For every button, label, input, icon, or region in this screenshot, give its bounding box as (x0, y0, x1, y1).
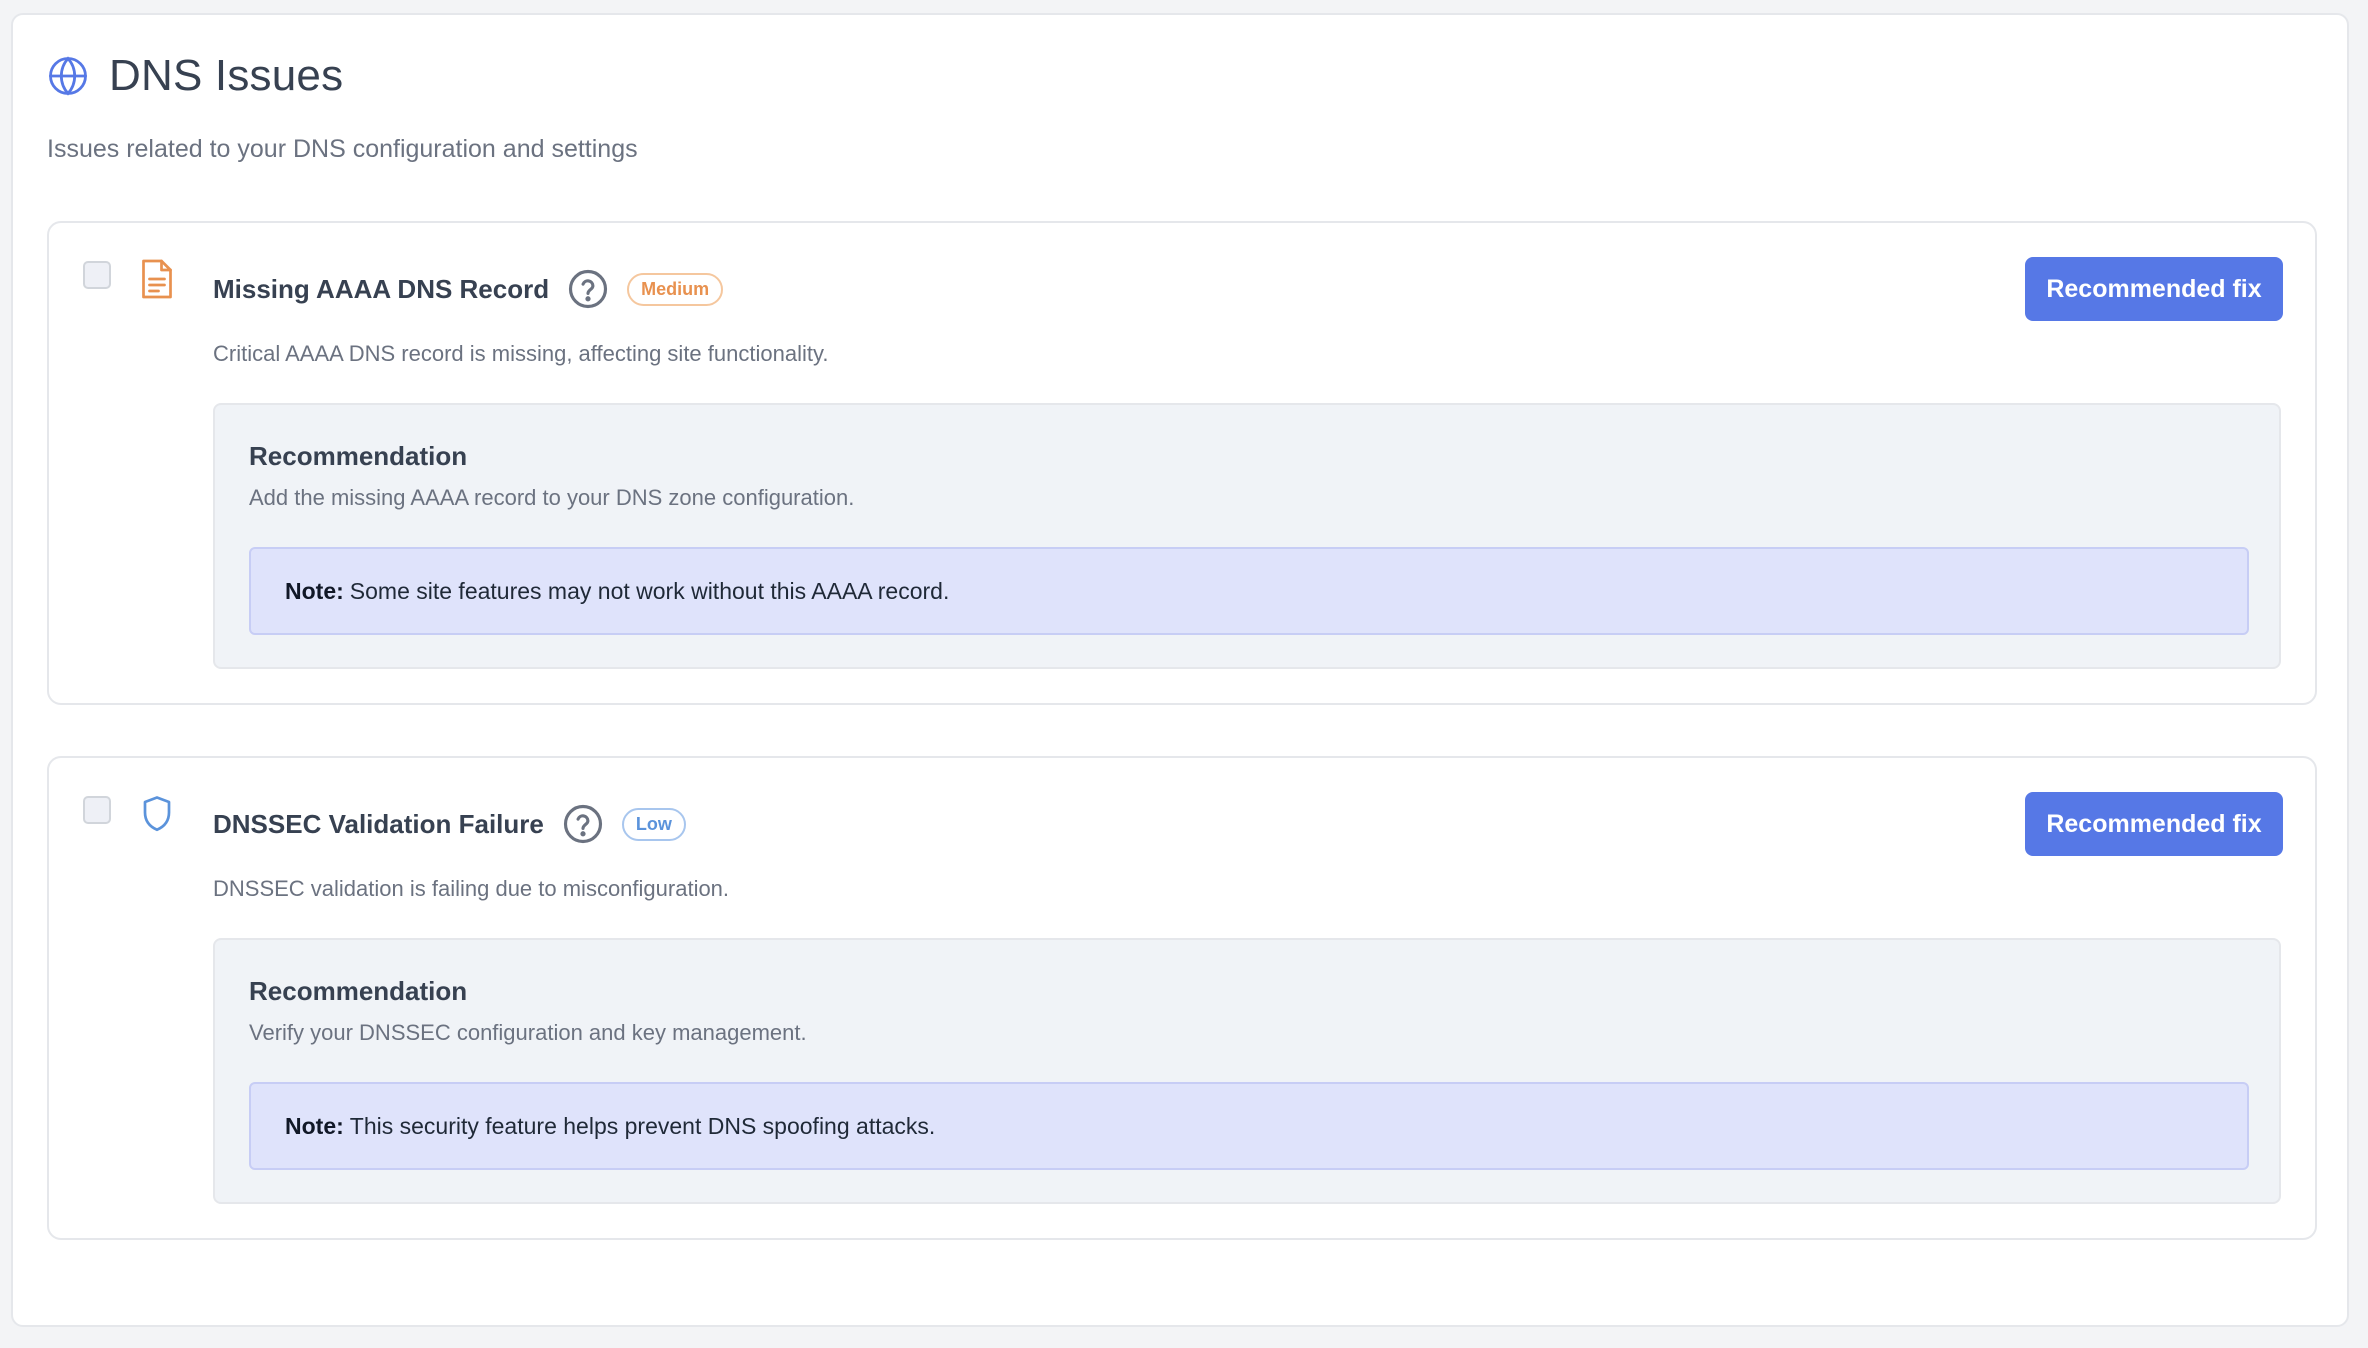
note-box: Note: Some site features may not work wi… (249, 547, 2249, 635)
issue-card: Missing AAAA DNS Record Medium Recommend… (47, 221, 2317, 705)
note-box: Note: This security feature helps preven… (249, 1082, 2249, 1170)
document-icon (142, 259, 172, 299)
recommendation-title: Recommendation (249, 976, 468, 1006)
severity-badge: Low (621, 807, 686, 841)
recommendation-text: Verify your DNSSEC configuration and key… (249, 1020, 807, 1045)
note-text: This security feature helps prevent DNS … (349, 1112, 936, 1139)
globe-icon (49, 56, 87, 96)
recommendation-box: Recommendation Add the missing AAAA reco… (213, 403, 2281, 669)
dns-issues-panel: DNS Issues Issues related to your DNS co… (11, 13, 2349, 1327)
help-icon[interactable] (562, 803, 604, 845)
recommendation-title: Recommendation (249, 441, 468, 471)
issue-card: DNSSEC Validation Failure Low Recommende… (47, 756, 2317, 1240)
note-text: Some site features may not work without … (349, 577, 950, 604)
help-icon[interactable] (567, 268, 609, 310)
issue-title: Missing AAAA DNS Record (213, 273, 550, 304)
recommended-fix-button[interactable]: Recommended fix (2025, 257, 2283, 321)
shield-icon (143, 796, 171, 832)
note-label: Note: (285, 1112, 344, 1139)
issue-description: DNSSEC validation is failing due to misc… (213, 876, 730, 901)
issue-checkbox[interactable] (83, 796, 111, 824)
page-title: DNS Issues (109, 51, 344, 100)
issue-checkbox[interactable] (83, 261, 111, 289)
severity-badge: Medium (627, 272, 724, 306)
note-label: Note: (285, 577, 344, 604)
recommended-fix-button[interactable]: Recommended fix (2025, 792, 2283, 856)
panel-header: DNS Issues Issues related to your DNS co… (47, 51, 638, 164)
recommendation-text: Add the missing AAAA record to your DNS … (249, 485, 855, 510)
issue-description: Critical AAAA DNS record is missing, aff… (213, 341, 829, 366)
issue-title: DNSSEC Validation Failure (213, 808, 544, 839)
page-subtitle: Issues related to your DNS configuration… (47, 135, 638, 163)
recommendation-box: Recommendation Verify your DNSSEC config… (213, 938, 2281, 1204)
